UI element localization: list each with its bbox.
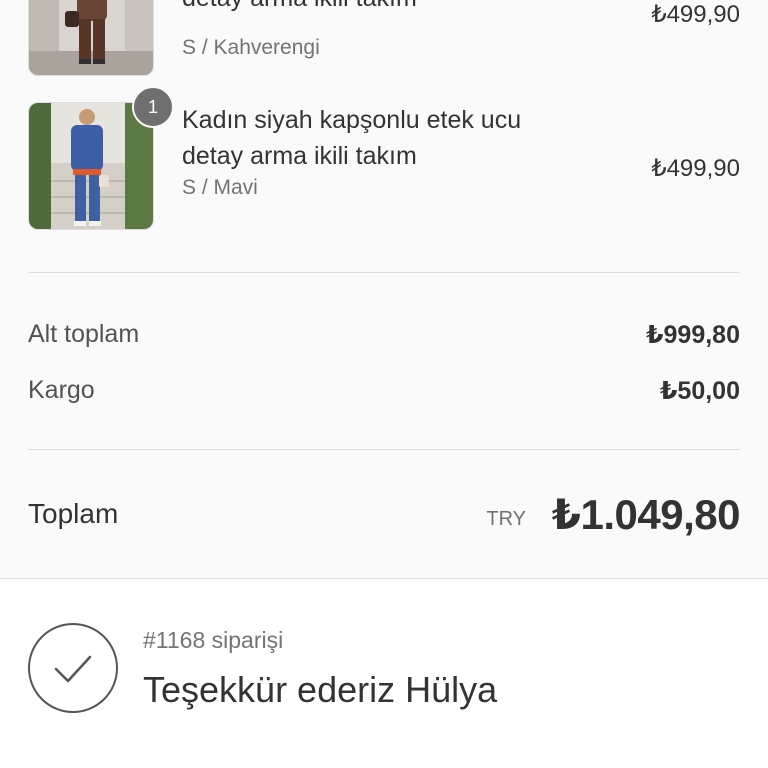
total-label: Toplam: [28, 498, 119, 529]
product-price: ₺499,90: [651, 1, 740, 28]
checkmark-circle-icon: [28, 623, 118, 713]
divider: [28, 449, 740, 450]
product-title: Kadın siyah kapşonlu etek ucu detay arma…: [182, 106, 522, 170]
divider: [28, 272, 740, 273]
product-title: detay arma ikili takım: [182, 0, 582, 16]
product-photo-blue-outfit-icon: [29, 103, 153, 229]
shipping-label: Kargo: [28, 376, 95, 404]
product-thumbnail: [28, 0, 154, 76]
total-row: Toplam TRY ₺1.049,80: [28, 488, 741, 548]
order-summary: detay arma ikili takım S / Kahverengi ₺4…: [0, 0, 768, 579]
line-item: 1 Kadın siyah kapşonlu etek ucu detay ar…: [28, 86, 740, 230]
currency-code: TRY: [486, 508, 526, 530]
shipping-value: ₺50,00: [660, 377, 740, 405]
product-variant: S / Kahverengi: [182, 36, 320, 59]
product-photo-brown-outfit-icon: [29, 0, 153, 75]
product-price: ₺499,90: [651, 155, 740, 182]
subtotal-value: ₺999,80: [646, 321, 740, 349]
quantity-badge: 1: [132, 86, 174, 128]
product-thumbnail: [28, 102, 154, 230]
subtotal-label: Alt toplam: [28, 320, 140, 348]
thank-you-heading: Teşekkür ederiz Hülya: [143, 669, 498, 710]
order-number: #1168 siparişi: [143, 627, 284, 653]
total-amount: ₺1.049,80: [551, 491, 741, 538]
line-item: detay arma ikili takım S / Kahverengi ₺4…: [28, 0, 740, 76]
product-variant: S / Mavi: [182, 176, 258, 199]
order-confirmation: #1168 siparişi Teşekkür ederiz Hülya: [0, 579, 768, 768]
